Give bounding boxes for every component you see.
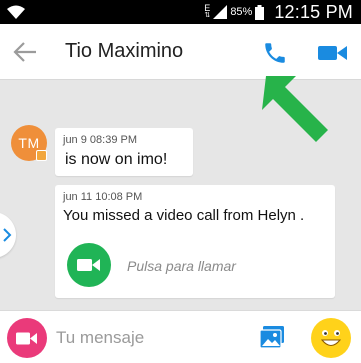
video-camera-icon	[77, 259, 100, 271]
emoji-button[interactable]	[311, 318, 351, 358]
annotation-arrow-icon	[262, 76, 328, 142]
message-bubble: jun 9 08:39 PM is now on imo!	[55, 128, 193, 176]
back-arrow-icon[interactable]	[12, 40, 38, 64]
network-type-indicator: E ⇅	[204, 3, 211, 20]
call-back-label[interactable]: Pulsa para llamar	[127, 258, 236, 274]
signal-icon	[213, 5, 228, 19]
phone-icon[interactable]	[262, 40, 288, 66]
message-timestamp: jun 9 08:39 PM	[63, 134, 137, 146]
wifi-icon	[7, 5, 25, 19]
contact-name: Tio Maximino	[65, 40, 184, 62]
network-type-label: E	[204, 3, 211, 13]
message-text: You missed a video call from Helyn .	[63, 207, 305, 224]
message-text: is now on imo!	[65, 151, 168, 168]
status-bar: E ⇅ 85% 12:15 PM	[0, 0, 361, 24]
avatar-initials: TM	[18, 135, 40, 151]
emoji-icon	[320, 330, 342, 346]
video-camera-icon[interactable]	[318, 42, 348, 64]
missed-call-bubble: jun 11 10:08 PM You missed a video call …	[55, 185, 335, 298]
message-timestamp: jun 11 10:08 PM	[63, 191, 143, 203]
battery-icon	[255, 4, 265, 20]
message-input[interactable]	[56, 326, 236, 350]
chevron-right-icon[interactable]	[2, 228, 12, 242]
call-back-button[interactable]	[67, 243, 111, 287]
battery-percent: 85%	[230, 6, 253, 18]
imo-badge-icon	[36, 150, 47, 161]
video-camera-icon	[16, 332, 37, 344]
camera-button[interactable]	[7, 318, 47, 358]
message-composer	[0, 310, 361, 363]
gallery-icon[interactable]	[259, 325, 285, 349]
clock: 12:15 PM	[274, 1, 353, 22]
